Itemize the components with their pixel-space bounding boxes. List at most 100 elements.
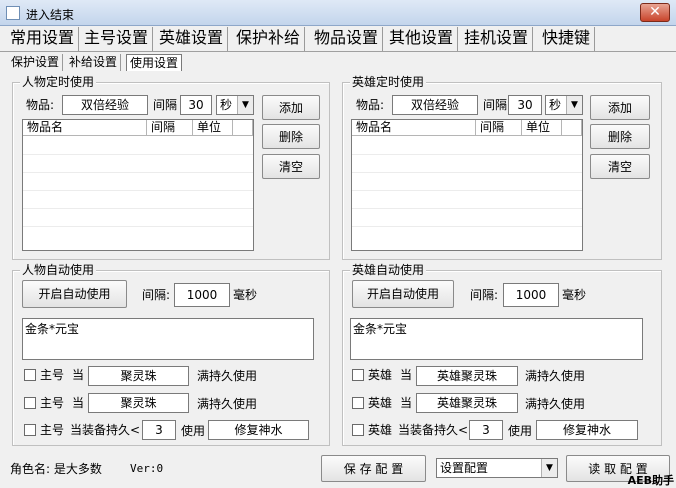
char-unit-select[interactable]: 秒 ▼ [216,95,254,115]
hero-row3-item-field[interactable]: 修复神水 [536,420,638,440]
subtab-protect[interactable]: 保护设置 [8,54,64,71]
grid-line [352,226,582,227]
char-row1-item-field[interactable]: 聚灵珠 [88,366,189,386]
hero-row1-checkbox[interactable] [352,369,364,381]
hero-timed-label: 英雄定时使用 [350,75,427,89]
hero-row1-who: 英雄 [368,368,393,382]
char-item-field[interactable]: 双倍经验 [62,95,148,115]
char-delete-button[interactable]: 删除 [262,124,320,149]
char-row1-when: 当 [72,368,85,382]
grid-line [23,190,253,191]
window-title: 进入结束 [26,8,75,22]
col-unit: 单位 [522,120,562,136]
hero-row2-suffix: 满持久使用 [525,397,586,411]
char-item-list[interactable]: 物品名 间隔 单位 [22,119,254,251]
watermark-text: AEB助手 [627,474,674,487]
hero-auto-unit: 毫秒 [562,288,587,302]
char-interval-field[interactable]: 30 [180,95,212,115]
hero-start-auto-button[interactable]: 开启自动使用 [352,280,454,308]
char-row2-item-field[interactable]: 聚灵珠 [88,393,189,413]
hero-row1-item-field[interactable]: 英雄聚灵珠 [416,366,518,386]
hero-item-list[interactable]: 物品名 间隔 单位 [351,119,583,251]
hero-row3-who: 英雄 [368,423,393,437]
hero-interval-label: 间隔 [483,98,508,112]
role-name-label: 角色名: 是大多数 [10,462,102,476]
char-auto-label: 人物自动使用 [20,263,97,277]
grid-line [352,190,582,191]
chevron-down-icon: ▼ [541,459,557,477]
hero-interval-field[interactable]: 30 [508,95,542,115]
grid-line [352,208,582,209]
hero-add-button[interactable]: 添加 [590,95,650,120]
char-row3-item-field[interactable]: 修复神水 [208,420,309,440]
char-row3-who: 主号 [40,423,65,437]
tab-common[interactable]: 常用设置 [6,27,80,51]
col-unit: 单位 [193,120,233,136]
hero-item-field[interactable]: 双倍经验 [392,95,478,115]
subtab-supply[interactable]: 补给设置 [66,54,122,71]
col-spacer [233,120,253,136]
char-auto-items-textarea[interactable]: 金条*元宝 [22,318,314,360]
hero-row2-item-field[interactable]: 英雄聚灵珠 [416,393,518,413]
col-spacer [562,120,582,136]
char-clear-button[interactable]: 清空 [262,154,320,179]
hero-row3-checkbox[interactable] [352,424,364,436]
grid-line [352,154,582,155]
hero-row2-checkbox[interactable] [352,397,364,409]
close-button[interactable]: ✕ [640,3,670,22]
char-unit-value: 秒 [220,98,233,112]
subtab-use[interactable]: 使用设置 [126,54,183,71]
grid-line [23,226,253,227]
col-interval: 间隔 [476,120,522,136]
hero-clear-button[interactable]: 清空 [590,154,650,179]
col-interval: 间隔 [147,120,193,136]
hero-auto-interval-label: 间隔: [470,288,499,302]
tab-main-char[interactable]: 主号设置 [80,27,154,51]
hero-row1-when: 当 [400,368,413,382]
hero-row3-use: 使用 [508,424,533,438]
chevron-down-icon: ▼ [566,96,582,114]
tab-autoplay[interactable]: 挂机设置 [460,27,534,51]
char-row2-checkbox[interactable] [24,397,36,409]
hero-row2-who: 英雄 [368,396,393,410]
col-item-name: 物品名 [23,120,147,136]
grid-line [352,172,582,173]
char-row3-checkbox[interactable] [24,424,36,436]
hero-delete-button[interactable]: 删除 [590,124,650,149]
tab-other[interactable]: 其他设置 [385,27,459,51]
char-row2-suffix: 满持久使用 [197,397,258,411]
char-interval-label: 间隔 [153,98,178,112]
grid-line [23,208,253,209]
title-bar [0,0,676,26]
hero-auto-items-textarea[interactable]: 金条*元宝 [350,318,643,360]
char-row1-who: 主号 [40,368,65,382]
hero-row1-suffix: 满持久使用 [525,369,586,383]
hero-row3-value-field[interactable]: 3 [469,420,503,440]
config-select-value: 设置配置 [440,461,489,475]
char-item-label: 物品: [26,98,55,112]
tab-hotkeys[interactable]: 快捷键 [538,27,596,51]
char-auto-unit: 毫秒 [233,288,258,302]
tab-items[interactable]: 物品设置 [310,27,384,51]
char-row1-suffix: 满持久使用 [197,369,258,383]
char-row1-checkbox[interactable] [24,369,36,381]
save-config-button[interactable]: 保 存 配 置 [321,455,426,482]
char-add-button[interactable]: 添加 [262,95,320,120]
char-auto-interval-field[interactable]: 1000 [174,283,230,307]
char-start-auto-button[interactable]: 开启自动使用 [22,280,127,308]
hero-auto-interval-field[interactable]: 1000 [503,283,559,307]
chevron-down-icon: ▼ [237,96,253,114]
app-icon [6,6,20,20]
char-auto-interval-label: 间隔: [142,288,171,302]
char-timed-label: 人物定时使用 [20,75,97,89]
grid-line [23,172,253,173]
tab-hero[interactable]: 英雄设置 [155,27,229,51]
hero-row3-when: 当装备持久< [398,423,469,437]
tab-protect-supply[interactable]: 保护补给 [232,27,306,51]
char-row2-when: 当 [72,396,85,410]
config-select[interactable]: 设置配置 ▼ [436,458,558,478]
char-row3-use: 使用 [181,424,206,438]
hero-auto-label: 英雄自动使用 [350,263,427,277]
char-row3-value-field[interactable]: 3 [142,420,176,440]
hero-unit-select[interactable]: 秒 ▼ [545,95,583,115]
